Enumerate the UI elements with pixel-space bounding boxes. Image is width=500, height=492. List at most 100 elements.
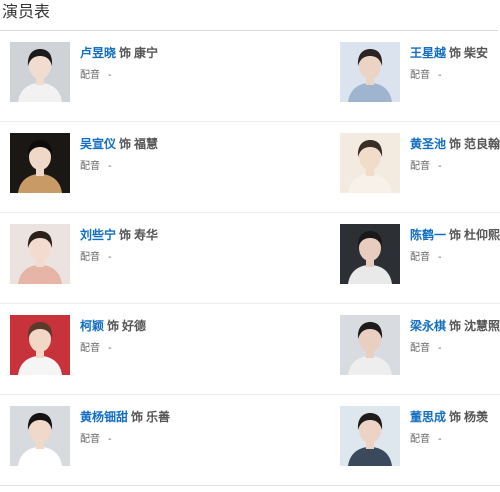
actor-name-link[interactable]: 卢昱晓 <box>80 46 116 60</box>
cast-info: 卢昱晓饰康宁 配音 - <box>80 44 158 84</box>
actor-name-link[interactable]: 董思成 <box>410 410 446 424</box>
cast-grid: 卢昱晓饰康宁 配音 - 王星越饰柴安 配音 - 吴宣仪饰福慧 配音 - 黄圣池饰范良翰 配音 - 刘些宁… <box>0 31 500 486</box>
as-label: 饰 <box>107 319 120 333</box>
as-label: 饰 <box>449 319 462 333</box>
actor-photo[interactable] <box>10 133 70 193</box>
dubbing-value: - <box>438 434 442 445</box>
dubbing-label: 配音 <box>410 70 430 81</box>
cast-card: 黄圣池饰范良翰 配音 - <box>340 133 500 195</box>
actor-name-link[interactable]: 吴宣仪 <box>80 137 116 151</box>
actor-name-link[interactable]: 梁永棋 <box>410 319 446 333</box>
cast-card: 黄杨钿甜饰乐善 配音 - <box>10 406 180 468</box>
as-label: 饰 <box>119 137 132 151</box>
role-name: 乐善 <box>146 410 171 424</box>
dubbing-label: 配音 <box>410 252 430 263</box>
dubbing-label: 配音 <box>80 252 100 263</box>
dubbing-line: 配音 - <box>410 68 488 84</box>
actor-photo[interactable] <box>10 315 70 375</box>
actor-name-link[interactable]: 陈鹤一 <box>410 228 446 242</box>
cast-card: 梁永棋饰沈慧照 配音 - <box>340 315 500 377</box>
cast-row: 柯颖饰好德 配音 - 梁永棋饰沈慧照 配音 - <box>0 304 500 395</box>
actor-name-link[interactable]: 黄杨钿甜 <box>80 410 128 424</box>
cast-name-line: 柯颖饰好德 <box>80 317 146 335</box>
cast-name-line: 陈鹤一饰杜仰熙 <box>410 226 500 244</box>
dubbing-line: 配音 - <box>410 250 500 266</box>
dubbing-value: - <box>108 343 112 354</box>
cast-name-line: 梁永棋饰沈慧照 <box>410 317 500 335</box>
as-label: 饰 <box>449 228 462 242</box>
page-title: 演员表 <box>2 2 51 21</box>
cast-name-line: 吴宣仪饰福慧 <box>80 135 158 153</box>
as-label: 饰 <box>449 46 462 60</box>
dubbing-value: - <box>108 252 112 263</box>
dubbing-label: 配音 <box>80 343 100 354</box>
cast-card: 卢昱晓饰康宁 配音 - <box>10 42 180 104</box>
role-name: 沈慧照 <box>464 319 500 333</box>
cast-info: 陈鹤一饰杜仰熙 配音 - <box>410 226 500 266</box>
cast-info: 梁永棋饰沈慧照 配音 - <box>410 317 500 357</box>
dubbing-value: - <box>108 434 112 445</box>
cast-info: 黄圣池饰范良翰 配音 - <box>410 135 500 175</box>
actor-photo[interactable] <box>340 42 400 102</box>
role-name: 寿华 <box>134 228 159 242</box>
dubbing-line: 配音 - <box>410 159 500 175</box>
cast-row: 吴宣仪饰福慧 配音 - 黄圣池饰范良翰 配音 - <box>0 122 500 213</box>
cast-card: 吴宣仪饰福慧 配音 - <box>10 133 180 195</box>
dubbing-label: 配音 <box>410 343 430 354</box>
role-name: 康宁 <box>134 46 159 60</box>
cast-name-line: 黄杨钿甜饰乐善 <box>80 408 170 426</box>
actor-name-link[interactable]: 刘些宁 <box>80 228 116 242</box>
cast-name-line: 王星越饰柴安 <box>410 44 488 62</box>
as-label: 饰 <box>119 46 132 60</box>
actor-name-link[interactable]: 王星越 <box>410 46 446 60</box>
cast-card: 刘些宁饰寿华 配音 - <box>10 224 180 286</box>
as-label: 饰 <box>449 137 462 151</box>
dubbing-line: 配音 - <box>80 341 146 357</box>
actor-photo[interactable] <box>340 406 400 466</box>
dubbing-value: - <box>108 70 112 81</box>
cast-name-line: 黄圣池饰范良翰 <box>410 135 500 153</box>
dubbing-line: 配音 - <box>410 341 500 357</box>
role-name: 好德 <box>122 319 147 333</box>
actor-photo[interactable] <box>340 315 400 375</box>
dubbing-value: - <box>108 161 112 172</box>
cast-card: 王星越饰柴安 配音 - <box>340 42 500 104</box>
dubbing-line: 配音 - <box>80 250 158 266</box>
cast-info: 王星越饰柴安 配音 - <box>410 44 488 84</box>
role-name: 柴安 <box>464 46 489 60</box>
dubbing-line: 配音 - <box>80 68 158 84</box>
dubbing-value: - <box>438 70 442 81</box>
cast-name-line: 卢昱晓饰康宁 <box>80 44 158 62</box>
cast-card: 陈鹤一饰杜仰熙 配音 - <box>340 224 500 286</box>
as-label: 饰 <box>131 410 144 424</box>
actor-photo[interactable] <box>340 133 400 193</box>
dubbing-label: 配音 <box>410 434 430 445</box>
cast-info: 黄杨钿甜饰乐善 配音 - <box>80 408 170 448</box>
role-name: 福慧 <box>134 137 159 151</box>
cast-row: 黄杨钿甜饰乐善 配音 - 董思成饰杨羡 配音 - <box>0 395 500 486</box>
role-name: 杜仰熙 <box>464 228 500 242</box>
actor-photo[interactable] <box>340 224 400 284</box>
cast-info: 吴宣仪饰福慧 配音 - <box>80 135 158 175</box>
dubbing-label: 配音 <box>80 434 100 445</box>
role-name: 杨羡 <box>464 410 489 424</box>
dubbing-line: 配音 - <box>80 432 170 448</box>
cast-row: 刘些宁饰寿华 配音 - 陈鹤一饰杜仰熙 配音 - <box>0 213 500 304</box>
actor-photo[interactable] <box>10 224 70 284</box>
actor-photo[interactable] <box>10 406 70 466</box>
role-name: 范良翰 <box>464 137 500 151</box>
dubbing-value: - <box>438 343 442 354</box>
cast-card: 董思成饰杨羡 配音 - <box>340 406 500 468</box>
dubbing-line: 配音 - <box>410 432 488 448</box>
as-label: 饰 <box>449 410 462 424</box>
cast-name-line: 董思成饰杨羡 <box>410 408 488 426</box>
dubbing-value: - <box>438 252 442 263</box>
dubbing-label: 配音 <box>80 161 100 172</box>
actor-name-link[interactable]: 柯颖 <box>80 319 104 333</box>
dubbing-line: 配音 - <box>80 159 158 175</box>
actor-photo[interactable] <box>10 42 70 102</box>
dubbing-value: - <box>438 161 442 172</box>
actor-name-link[interactable]: 黄圣池 <box>410 137 446 151</box>
cast-info: 董思成饰杨羡 配音 - <box>410 408 488 448</box>
cast-name-line: 刘些宁饰寿华 <box>80 226 158 244</box>
